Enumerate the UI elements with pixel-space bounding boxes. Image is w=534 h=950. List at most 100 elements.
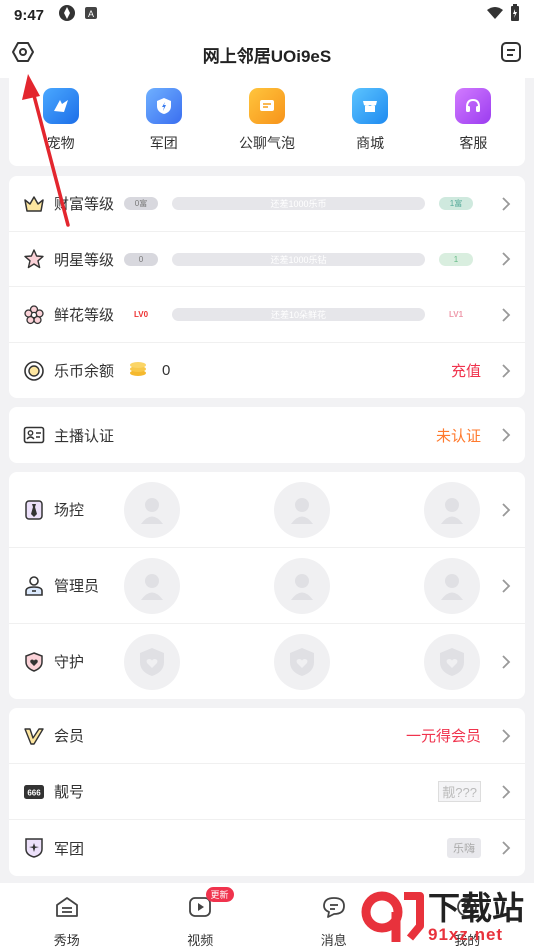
service-icon xyxy=(455,88,492,124)
next-wealth-badge: 1富 xyxy=(439,197,473,210)
levels-card: 财富等级 0富 还差1000乐币 1富 明星等级 0 还差1000乐钻 1 鲜花… xyxy=(9,176,525,398)
roles-card: 场控 管理员 守护 xyxy=(9,472,525,699)
chevron-right-icon xyxy=(502,196,511,211)
tab-label: 视频 xyxy=(187,933,214,948)
bubble-icon xyxy=(248,88,285,124)
home-icon xyxy=(54,895,80,924)
crown-icon xyxy=(23,193,45,215)
admin-row[interactable]: 管理员 xyxy=(9,548,525,624)
coin-stack-icon xyxy=(128,358,148,383)
site-watermark: 下载站 91xz.net xyxy=(360,886,534,950)
tab-show[interactable]: 秀场 xyxy=(0,883,134,950)
svg-text:666: 666 xyxy=(27,788,41,797)
quick-label: 公聊气泡 xyxy=(238,135,295,151)
quick-item-pet[interactable]: 宠物 xyxy=(21,88,101,153)
quick-label: 客服 xyxy=(459,135,488,151)
row-label: 管理员 xyxy=(54,578,100,595)
shop-icon xyxy=(352,88,389,124)
quick-item-service[interactable]: 客服 xyxy=(433,88,513,153)
shield-placeholder xyxy=(124,634,180,690)
pet-icon xyxy=(42,88,79,124)
anchor-cert-row[interactable]: 主播认证 未认证 xyxy=(9,407,525,463)
next-star-badge: 1 xyxy=(439,252,473,266)
row-label: 靓号 xyxy=(54,784,85,801)
chevron-right-icon xyxy=(502,784,511,799)
legion-name-badge: 乐嗨 xyxy=(447,838,481,858)
chevron-right-icon xyxy=(502,728,511,743)
app-a-icon: A xyxy=(84,6,98,24)
avatar-placeholder xyxy=(124,558,180,614)
cert-card: 主播认证 未认证 xyxy=(9,407,525,463)
current-wealth-badge: 0富 xyxy=(124,197,158,210)
coin-balance-row[interactable]: 乐币余额 0 充值 xyxy=(9,343,525,398)
chevron-right-icon xyxy=(502,502,511,517)
guard-row[interactable]: 守护 xyxy=(9,624,525,699)
star-icon xyxy=(23,248,45,270)
flower-icon xyxy=(23,304,45,326)
quick-actions: 宠物 军团 公聊气泡 商城 客服 xyxy=(9,78,525,166)
chevron-right-icon xyxy=(502,307,511,322)
wealth-progress-bar: 还差1000乐币 xyxy=(172,197,425,210)
tab-label: 消息 xyxy=(320,933,347,948)
star-progress-bar: 还差1000乐钻 xyxy=(172,252,425,266)
row-label: 明星等级 xyxy=(54,251,115,269)
tie-icon xyxy=(23,499,45,521)
number-666-icon: 666 xyxy=(23,781,45,803)
row-label: 财富等级 xyxy=(54,196,115,213)
update-badge: 更新 xyxy=(205,887,234,902)
current-star-badge: 0 xyxy=(124,252,158,266)
battery-icon xyxy=(510,4,520,26)
list-box-icon xyxy=(500,41,522,68)
chevron-right-icon xyxy=(502,252,511,266)
chevron-right-icon xyxy=(502,428,511,442)
admin-person-icon xyxy=(23,575,45,597)
legion-row[interactable]: 军团 乐嗨 xyxy=(9,820,525,876)
row-label: 守护 xyxy=(54,654,85,671)
svg-text:A: A xyxy=(88,9,94,19)
row-label: 鲜花等级 xyxy=(54,307,115,324)
next-flower-badge: LV1 xyxy=(448,310,464,319)
page-header: 网上邻居UOi9eS xyxy=(0,30,534,78)
avatar-placeholder xyxy=(424,558,480,614)
room-control-row[interactable]: 场控 xyxy=(9,472,525,548)
wealth-level-row[interactable]: 财富等级 0富 还差1000乐币 1富 xyxy=(9,176,525,232)
settings-hexagon-icon xyxy=(11,40,35,69)
vip-v-icon xyxy=(23,725,45,747)
recharge-link[interactable]: 充值 xyxy=(451,360,481,381)
settings-button[interactable] xyxy=(11,40,35,69)
status-time: 9:47 xyxy=(14,6,45,24)
avatar-placeholder xyxy=(274,482,330,538)
app-notification-icon xyxy=(58,4,76,26)
row-label: 乐币余额 xyxy=(54,363,115,380)
menu-button[interactable] xyxy=(499,41,523,68)
star-level-row[interactable]: 明星等级 0 还差1000乐钻 1 xyxy=(9,232,525,287)
quick-item-legion[interactable]: 军团 xyxy=(124,88,204,153)
page-title: 网上邻居UOi9eS xyxy=(202,46,332,66)
watermark-logo-icon xyxy=(360,886,424,950)
member-card: 会员 一元得会员 666 靓号 靓??? 军团 乐嗨 xyxy=(9,708,525,876)
avatar-placeholder xyxy=(424,482,480,538)
shield-placeholder xyxy=(424,634,480,690)
message-icon xyxy=(321,895,347,924)
avatar-placeholder xyxy=(274,558,330,614)
coin-balance-value: 0 xyxy=(162,362,171,379)
tab-label: 秀场 xyxy=(53,933,80,948)
watermark-url: 91xz.net xyxy=(428,925,504,944)
flower-level-row[interactable]: 鲜花等级 LV0 还差10朵鲜花 LV1 xyxy=(9,287,525,343)
vip-offer-link[interactable]: 一元得会员 xyxy=(406,725,481,746)
chevron-right-icon xyxy=(502,654,511,669)
quick-item-bubble[interactable]: 公聊气泡 xyxy=(227,88,307,153)
row-label: 场控 xyxy=(54,502,85,519)
chevron-right-icon xyxy=(502,841,511,855)
row-label: 会员 xyxy=(54,728,85,745)
tab-video[interactable]: 更新 视频 xyxy=(134,883,268,950)
shield-heart-icon xyxy=(23,651,45,673)
quick-label: 商城 xyxy=(356,135,385,151)
watermark-title: 下载站 xyxy=(428,890,525,926)
quick-item-shop[interactable]: 商城 xyxy=(330,88,410,153)
pretty-number-row[interactable]: 666 靓号 靓??? xyxy=(9,764,525,820)
avatar-placeholder xyxy=(124,482,180,538)
flower-progress-bar: 还差10朵鲜花 xyxy=(172,308,425,321)
coin-ring-icon xyxy=(23,360,45,382)
vip-row[interactable]: 会员 一元得会员 xyxy=(9,708,525,764)
